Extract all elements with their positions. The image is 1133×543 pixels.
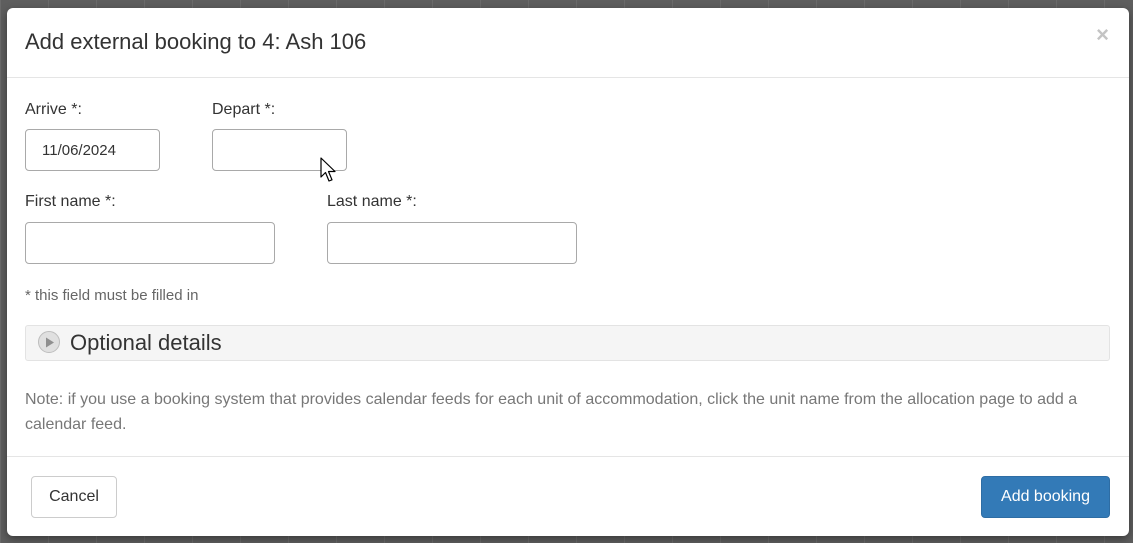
dialog-footer: Cancel Add booking	[7, 456, 1129, 536]
close-icon[interactable]: ×	[1096, 24, 1109, 46]
play-circle-icon	[38, 331, 60, 353]
required-field-hint: * this field must be filled in	[25, 287, 199, 304]
optional-details-toggle[interactable]: Optional details	[25, 325, 1110, 361]
first-name-label: First name *:	[25, 193, 116, 210]
depart-label: Depart *:	[212, 101, 276, 118]
calendar-feed-note: Note: if you use a booking system that p…	[25, 391, 1078, 433]
optional-details-label: Optional details	[70, 330, 222, 355]
arrive-date-input[interactable]	[25, 129, 160, 171]
last-name-label: Last name *:	[327, 193, 417, 210]
dialog-header: Add external booking to 4: Ash 106 ×	[7, 8, 1129, 78]
dialog-title: Add external booking to 4: Ash 106	[25, 29, 367, 54]
cancel-button[interactable]: Cancel	[31, 476, 117, 518]
arrive-label: Arrive *:	[25, 101, 82, 118]
first-name-input[interactable]	[25, 222, 275, 264]
last-name-input[interactable]	[327, 222, 577, 264]
add-booking-button[interactable]: Add booking	[981, 476, 1110, 518]
add-booking-dialog: Add external booking to 4: Ash 106 × Arr…	[7, 8, 1129, 536]
mouse-cursor-icon	[320, 157, 336, 182]
